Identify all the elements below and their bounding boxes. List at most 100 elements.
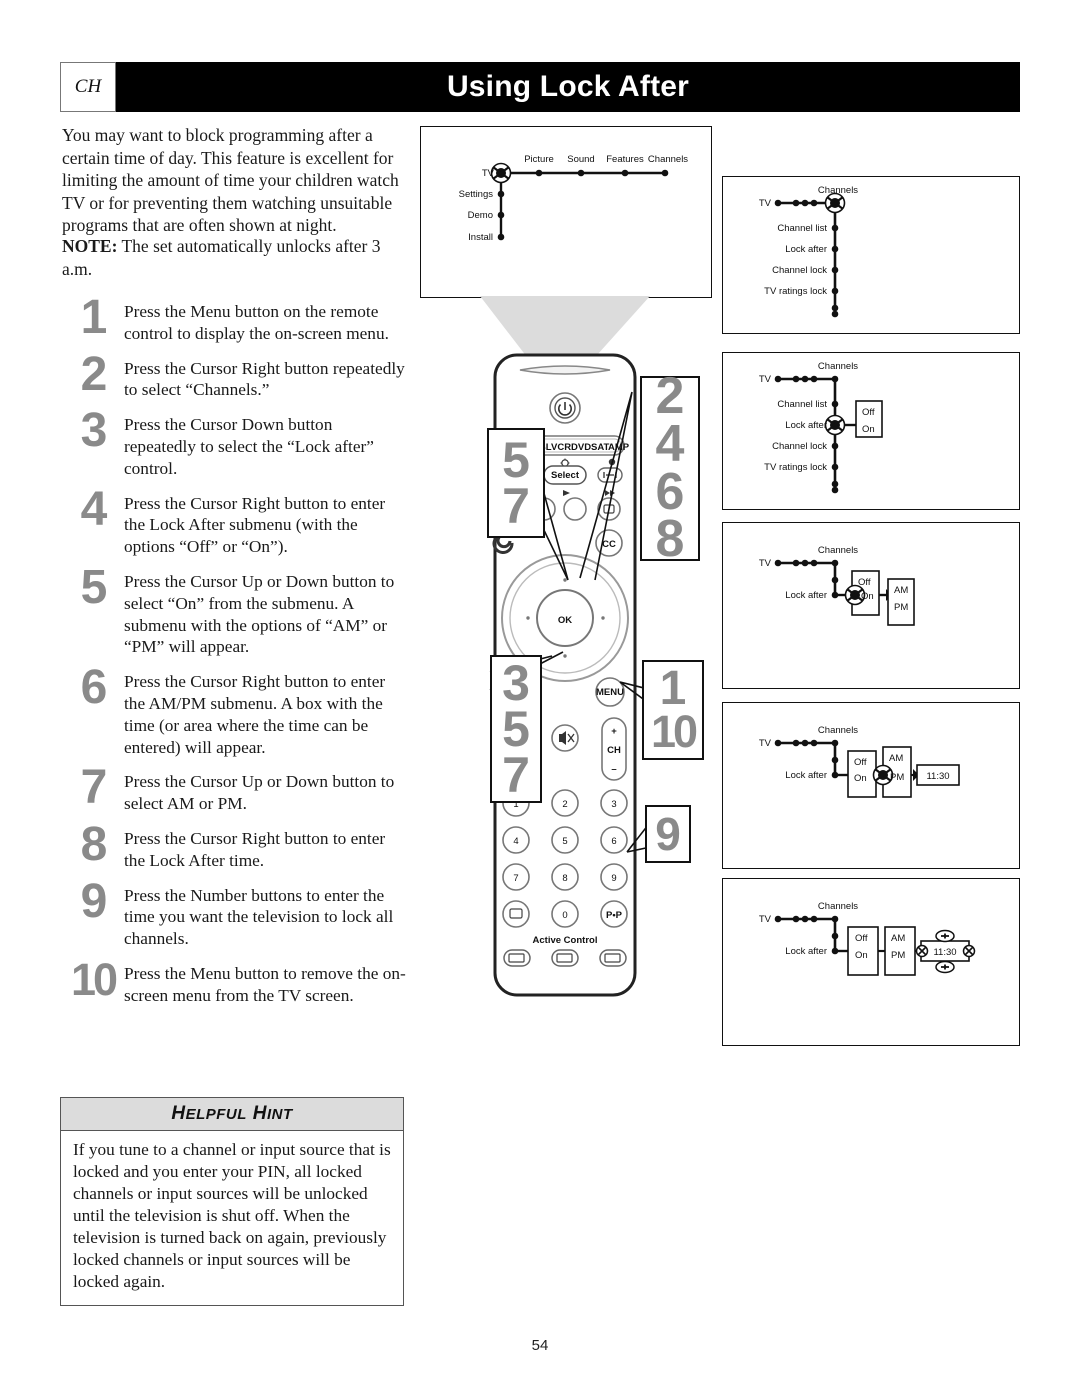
panel3-sub2-am: AM	[894, 585, 908, 596]
step-number: 7	[80, 761, 108, 815]
step-text: Press the Cursor Up or Down button to se…	[124, 571, 395, 657]
tv-menu-item-demo: Demo	[468, 210, 493, 221]
step-text: Press the Number buttons to enter the ti…	[124, 885, 394, 949]
step-item: 5 Press the Cursor Up or Down button to s…	[62, 563, 407, 658]
callout-2468-v3: 8	[655, 510, 685, 569]
remote-key-8: 8	[562, 873, 567, 884]
remote-select-label: Select	[551, 470, 580, 481]
callout-57-v0: 5	[502, 432, 530, 488]
helpful-hint-body: If you tune to a channel or input source…	[73, 1140, 391, 1291]
panel2-item-1: Lock after	[785, 420, 827, 431]
panel3-root: TV	[759, 558, 772, 569]
panel5-root: TV	[759, 914, 772, 925]
panel1-item-1: Lock after	[785, 244, 827, 255]
remote-key-0: 0	[562, 910, 567, 921]
panel2-item-2: Channel lock	[772, 441, 827, 452]
helpful-hint-header: HELPFUL HINT	[61, 1098, 403, 1131]
remote-key-4: 4	[513, 836, 518, 847]
helpful-hint-box: HELPFUL HINT If you tune to a channel or…	[60, 1097, 404, 1306]
panel-channels-list: TV Channels Channel list Lock after Chan…	[722, 176, 1020, 334]
panel5-sub-off: Off	[855, 933, 868, 944]
callout-57: 5 7	[487, 428, 545, 538]
step-number: 3	[80, 404, 108, 458]
callout-9: 9	[645, 805, 691, 863]
step-number: 9	[80, 874, 108, 928]
remote-ok-label: OK	[558, 615, 572, 626]
tv-menu-item-sound: Sound	[567, 154, 594, 165]
callout-357-v2: 7	[502, 747, 530, 803]
tv-menu-item-channels: Channels	[648, 154, 688, 165]
step-text: Press the Cursor Up or Down button to se…	[124, 772, 395, 814]
step-item: 3 Press the Cursor Down button repeatedly…	[62, 404, 407, 479]
remote-key-2: 2	[562, 799, 567, 810]
step-text: Press the Cursor Right button to enter t…	[124, 493, 386, 557]
panel4-column-title: Channels	[818, 725, 858, 736]
tv-menu-item-settings: Settings	[459, 189, 494, 200]
panel-lock-after-options: TV Channels Channel list Lock after Chan…	[722, 352, 1020, 510]
remote-device-vcr: VCR	[551, 442, 571, 453]
remote-device-amp: AMP	[608, 442, 630, 453]
step-text: Press the Menu button to remove the on-s…	[124, 963, 406, 1005]
panel4-item-0: Lock after	[785, 770, 827, 781]
panel5-time: 11:30	[933, 947, 956, 958]
intro-paragraph: You may want to block programming after …	[62, 125, 399, 236]
panel2-item-3: TV ratings lock	[764, 462, 827, 473]
tv-menu-item-features: Features	[606, 154, 644, 165]
panel1-item-3: TV ratings lock	[764, 286, 827, 297]
step-number: 10	[70, 953, 118, 1005]
step-item: 7 Press the Cursor Up or Down button to s…	[62, 761, 407, 815]
callout-9-v0: 9	[655, 807, 681, 860]
remote-key-9: 9	[611, 873, 616, 884]
remote-ch-label: CH	[607, 745, 621, 756]
remote-active-control-label: Active Control	[533, 935, 598, 946]
panel2-sub-off: Off	[862, 407, 875, 418]
panel3-sub2-pm: PM	[894, 602, 908, 613]
panel5-sub2-pm: PM	[891, 950, 905, 961]
chapter-tab: CH	[60, 62, 116, 112]
step-number: 1	[80, 291, 108, 344]
callout-357-v1: 5	[502, 701, 530, 757]
remote-cc-label: CC	[602, 539, 616, 550]
page-title: Using Lock After	[116, 62, 1020, 112]
panel4-sub2-pm: PM	[890, 772, 904, 783]
steps-list: 1 Press the Menu button on the remote con…	[62, 291, 407, 1015]
panel3-sub-on: On	[861, 591, 874, 602]
panel5-sub2-am: AM	[891, 933, 905, 944]
page-title-text: Using Lock After	[446, 70, 690, 103]
panel-time-box: TV Channels Lock after Off On AM PM 11:3…	[722, 702, 1020, 869]
panel3-column-title: Channels	[818, 545, 858, 556]
callout-110-v0: 1	[659, 662, 687, 716]
callout-2468: 2 4 6 8	[640, 366, 700, 569]
callout-57-v1: 7	[502, 478, 530, 534]
remote-key-5: 5	[562, 836, 567, 847]
panel2-item-0: Channel list	[777, 399, 827, 410]
panel2-root: TV	[759, 374, 772, 385]
step-text: Press the Cursor Right button to enter t…	[124, 672, 386, 757]
panel4-sub-on: On	[854, 773, 867, 784]
tv-menu-svg: TV Picture Sound Features Channels Setti…	[459, 154, 689, 243]
callout-357: 3 5 7	[490, 655, 542, 803]
step-item: 8 Press the Cursor Right button to enter …	[62, 817, 407, 872]
tv-screen-menu-diagram: TV Picture Sound Features Channels Setti…	[420, 126, 712, 298]
panel4-sub-off: Off	[854, 757, 867, 768]
panel2-sub-on: On	[862, 424, 875, 435]
step-item: 9 Press the Number buttons to enter the t…	[62, 874, 407, 950]
chapter-tab-label: CH	[74, 76, 102, 97]
remote-ch-minus: –	[611, 764, 616, 775]
panel2-column-title: Channels	[818, 361, 858, 372]
step-item: 6 Press the Cursor Right button to enter …	[62, 664, 407, 758]
step-number: 8	[80, 817, 108, 871]
step-item: 2 Press the Cursor Right button repeatedl…	[62, 350, 407, 402]
callout-2468-v0: 2	[655, 366, 685, 425]
panel5-item-0: Lock after	[785, 946, 827, 957]
panel1-item-2: Channel lock	[772, 265, 827, 276]
panel1-column-title: Channels	[818, 185, 858, 196]
callout-2468-v2: 6	[655, 462, 685, 521]
remote-key-pip: P•P	[606, 910, 623, 921]
panel4-root: TV	[759, 738, 772, 749]
remote-ch-plus: +	[611, 726, 617, 737]
note-label: NOTE:	[62, 236, 118, 256]
panel5-column-title: Channels	[818, 901, 858, 912]
remote-device-sat: SAT	[591, 442, 609, 453]
step-item: 1 Press the Menu button on the remote con…	[62, 291, 407, 345]
